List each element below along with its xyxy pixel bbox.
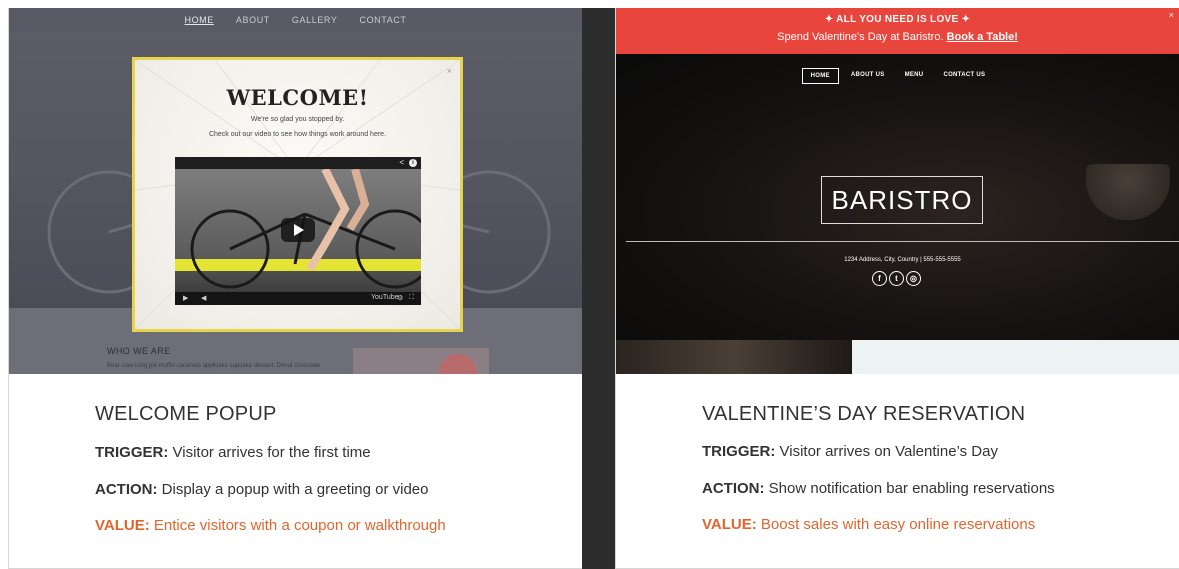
lamp-image: [1086, 164, 1170, 220]
nav-gallery[interactable]: GALLERY: [292, 15, 338, 25]
valentines-reservation-panel: ✦ ALL YOU NEED IS LOVE ✦ Spend Valentine…: [615, 8, 1179, 569]
volume-icon[interactable]: ◀: [201, 294, 206, 302]
action-text: Display a popup with a greeting or video: [157, 481, 429, 498]
welcome-popup-screenshot: HOME ABOUT GALLERY CONTACT WHO WE ARE Be…: [9, 8, 582, 374]
notification-bar: ✦ ALL YOU NEED IS LOVE ✦ Spend Valentine…: [616, 8, 1179, 54]
section-text: Bear claw icing pie muffin caramels appl…: [107, 363, 320, 369]
youtube-logo[interactable]: YouTube: [371, 294, 399, 301]
nav-contact-us[interactable]: CONTACT US: [935, 68, 993, 84]
play-icon[interactable]: ▶: [183, 294, 188, 302]
nav-home[interactable]: HOME: [184, 15, 213, 25]
settings-icon[interactable]: ⚙: [397, 294, 403, 302]
site-nav: HOME ABOUT GALLERY CONTACT: [9, 8, 582, 32]
video-controls: ▶ ◀ YouTube ⚙ ⛶: [175, 292, 421, 305]
value-label: VALUE:: [702, 516, 757, 533]
caption-title: WELCOME POPUP: [95, 403, 277, 425]
video-player[interactable]: < i ▶ ◀ YouTube ⚙ ⛶: [175, 157, 421, 305]
share-icon[interactable]: <: [399, 158, 404, 167]
caption-value: VALUE: Entice visitors with a coupon or …: [95, 517, 446, 534]
value-text: Entice visitors with a coupon or walkthr…: [149, 517, 446, 534]
caption-value: VALUE: Boost sales with easy online rese…: [702, 516, 1035, 533]
content-section: [852, 340, 1179, 374]
value-label: VALUE:: [95, 517, 150, 534]
action-text: Show notification bar enabling reservati…: [764, 480, 1055, 497]
brand-logo[interactable]: BARISTRO: [821, 176, 983, 224]
video-topbar: < i: [175, 157, 421, 169]
popup-description: Check out our video to see how things wo…: [208, 131, 387, 138]
caption-trigger: TRIGGER: Visitor arrives on Valentine’s …: [702, 443, 998, 460]
nav-about[interactable]: ABOUT: [236, 15, 270, 25]
book-table-link[interactable]: Book a Table!: [947, 31, 1018, 43]
popup-title: WELCOME!: [226, 85, 369, 110]
interior-image: [616, 340, 852, 374]
social-links: f t ◎: [872, 271, 921, 286]
value-text: Boost sales with easy online reservation…: [756, 516, 1036, 533]
nav-menu[interactable]: MENU: [897, 68, 932, 84]
welcome-popup-panel: HOME ABOUT GALLERY CONTACT WHO WE ARE Be…: [8, 8, 582, 569]
play-button[interactable]: [281, 218, 315, 242]
nav-home[interactable]: HOME: [801, 68, 839, 84]
action-label: ACTION:: [95, 481, 158, 498]
divider-line: [626, 241, 1179, 242]
twitter-icon[interactable]: t: [889, 271, 904, 286]
nav-about-us[interactable]: ABOUT US: [843, 68, 893, 84]
info-icon[interactable]: i: [409, 159, 417, 167]
valentines-screenshot: ✦ ALL YOU NEED IS LOVE ✦ Spend Valentine…: [616, 8, 1179, 374]
fullscreen-icon[interactable]: ⛶: [409, 294, 414, 302]
site-nav: HOME ABOUT US MENU CONTACT US: [616, 68, 1179, 84]
close-icon[interactable]: ×: [447, 66, 452, 76]
panel-divider: [582, 8, 615, 569]
caption-action: ACTION: Display a popup with a greeting …: [95, 481, 429, 498]
trigger-label: TRIGGER:: [95, 444, 169, 461]
trigger-label: TRIGGER:: [702, 443, 776, 460]
promo-headline: ✦ ALL YOU NEED IS LOVE ✦: [824, 14, 971, 25]
promo-text: Spend Valentine's Day at Baristro.: [777, 31, 947, 43]
logo-text: BARISTRO: [831, 184, 973, 215]
action-label: ACTION:: [702, 480, 765, 497]
welcome-popup: × WELCOME! We're so glad you stopped by.…: [132, 57, 463, 332]
caption-trigger: TRIGGER: Visitor arrives for the first t…: [95, 444, 371, 461]
address-line: 1234 Address, City, Country | 555-555-55…: [844, 257, 961, 263]
close-icon[interactable]: ×: [1169, 10, 1174, 20]
trigger-text: Visitor arrives for the first time: [168, 444, 371, 461]
facebook-icon[interactable]: f: [872, 271, 887, 286]
trigger-text: Visitor arrives on Valentine’s Day: [775, 443, 998, 460]
instagram-icon[interactable]: ◎: [906, 271, 921, 286]
caption-action: ACTION: Show notification bar enabling r…: [702, 480, 1055, 497]
promo-message: Spend Valentine's Day at Baristro. Book …: [616, 31, 1179, 43]
section-title: WHO WE ARE: [107, 346, 171, 356]
caption-title: VALENTINE’S DAY RESERVATION: [702, 403, 1026, 425]
popup-greeting: We're so glad you stopped by.: [250, 116, 345, 123]
nav-contact[interactable]: CONTACT: [359, 15, 406, 25]
